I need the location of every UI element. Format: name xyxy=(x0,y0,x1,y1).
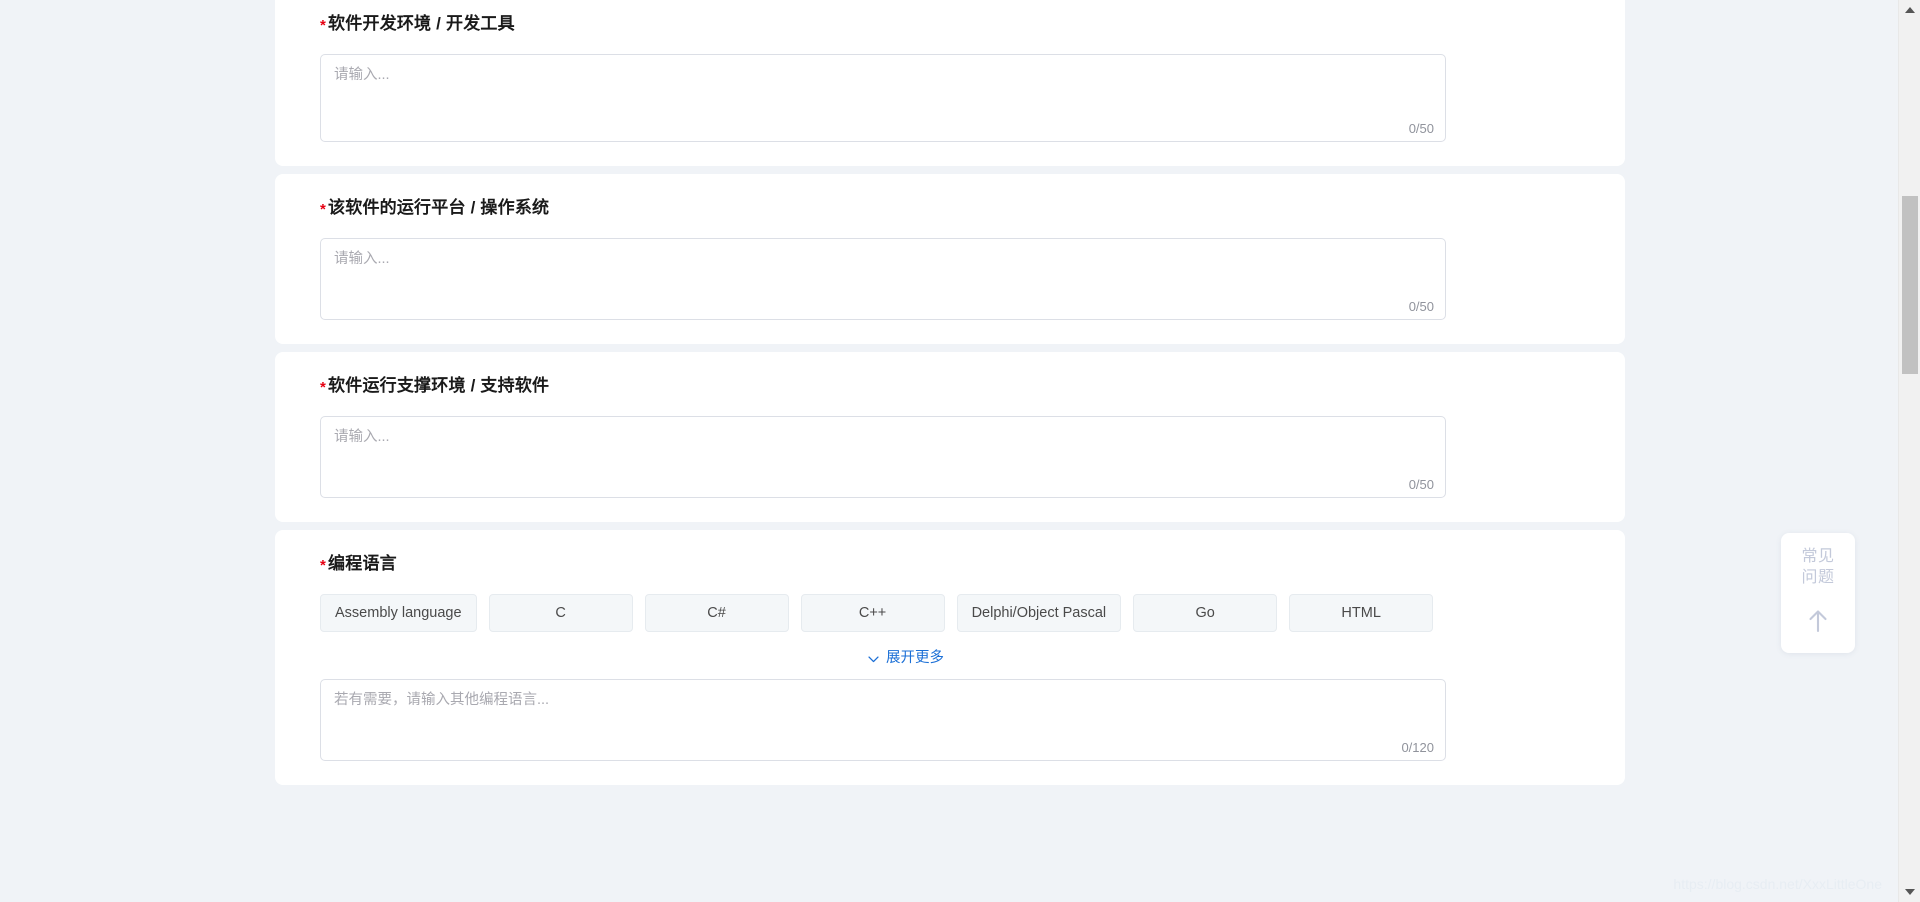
form-card-programming-language: * 编程语言 Assembly language C C# C++ Delphi/… xyxy=(275,530,1625,785)
language-option-assembly[interactable]: Assembly language xyxy=(320,594,477,632)
chevron-down-icon xyxy=(867,653,880,666)
form-scroll-column: *软件开发环境 / 开发工具 0/50 *该软件的运行平台 / 操作系统 0/5… xyxy=(0,0,1640,902)
language-option-delphi[interactable]: Delphi/Object Pascal xyxy=(956,594,1122,632)
textarea-support-environment[interactable] xyxy=(321,417,1445,497)
form-card-dev-environment: *软件开发环境 / 开发工具 0/50 xyxy=(275,0,1625,166)
application-root: *软件开发环境 / 开发工具 0/50 *该软件的运行平台 / 操作系统 0/5… xyxy=(0,0,1920,902)
faq-float-widget[interactable]: 常见 问题 xyxy=(1781,533,1855,653)
browser-scrollbar[interactable] xyxy=(1898,0,1920,902)
form-card-support-environment: *软件运行支撑环境 / 支持软件 0/50 xyxy=(275,352,1625,522)
faq-label-line2: 问题 xyxy=(1801,569,1835,586)
required-asterisk: * xyxy=(320,201,327,218)
textarea-other-language[interactable] xyxy=(321,680,1445,760)
textarea-wrapper-dev-environment[interactable]: 0/50 xyxy=(320,54,1446,142)
expand-more-button[interactable]: 展开更多 xyxy=(867,649,944,667)
field-label-platform-os: * 该软件的运行平台 / 操作系统 xyxy=(275,196,1625,222)
required-asterisk: * xyxy=(320,17,327,34)
textarea-dev-environment[interactable] xyxy=(321,55,1445,141)
scrollbar-thumb[interactable] xyxy=(1902,196,1918,374)
bottom-spacer xyxy=(0,793,1640,803)
required-asterisk: * xyxy=(320,557,327,574)
language-option-cplusplus[interactable]: C++ xyxy=(800,594,945,632)
language-option-list: Assembly language C C# C++ Delphi/Object… xyxy=(320,594,1520,632)
language-option-html[interactable]: HTML xyxy=(1289,594,1434,632)
field-label-text: 编程语言 xyxy=(328,554,397,573)
watermark-text: https://blog.csdn.net/XxxLittleOne xyxy=(1673,876,1882,892)
expand-more-label: 展开更多 xyxy=(886,650,944,666)
textarea-wrapper-platform-os[interactable]: 0/50 xyxy=(320,238,1446,320)
field-label-dev-environment: * 软件开发环境 / 开发工具 xyxy=(275,12,1625,38)
expand-more-row: 展开更多 xyxy=(320,649,1491,667)
faq-label-line1: 常见 xyxy=(1801,548,1835,565)
field-label-text: 软件开发环境 / 开发工具 xyxy=(328,14,515,33)
arrow-up-icon[interactable] xyxy=(1803,606,1833,636)
textarea-platform-os[interactable] xyxy=(321,239,1445,319)
required-asterisk: * xyxy=(320,379,327,396)
field-label-programming-language: * 编程语言 xyxy=(275,552,1625,578)
triangle-up-icon[interactable] xyxy=(1899,0,1920,20)
triangle-down-icon[interactable] xyxy=(1899,882,1920,902)
language-option-csharp[interactable]: C# xyxy=(644,594,789,632)
language-option-go[interactable]: Go xyxy=(1133,594,1278,632)
form-stack: *软件开发环境 / 开发工具 0/50 *该软件的运行平台 / 操作系统 0/5… xyxy=(0,0,1640,803)
form-card-platform-os: *该软件的运行平台 / 操作系统 0/50 xyxy=(275,174,1625,344)
textarea-wrapper-support-environment[interactable]: 0/50 xyxy=(320,416,1446,498)
field-label-text: 软件运行支撑环境 / 支持软件 xyxy=(328,376,550,395)
textarea-wrapper-other-language[interactable]: 0/120 xyxy=(320,679,1446,761)
field-label-text: 该软件的运行平台 / 操作系统 xyxy=(328,198,550,217)
language-option-c[interactable]: C xyxy=(488,594,633,632)
field-label-support-environment: * 软件运行支撑环境 / 支持软件 xyxy=(275,374,1625,400)
